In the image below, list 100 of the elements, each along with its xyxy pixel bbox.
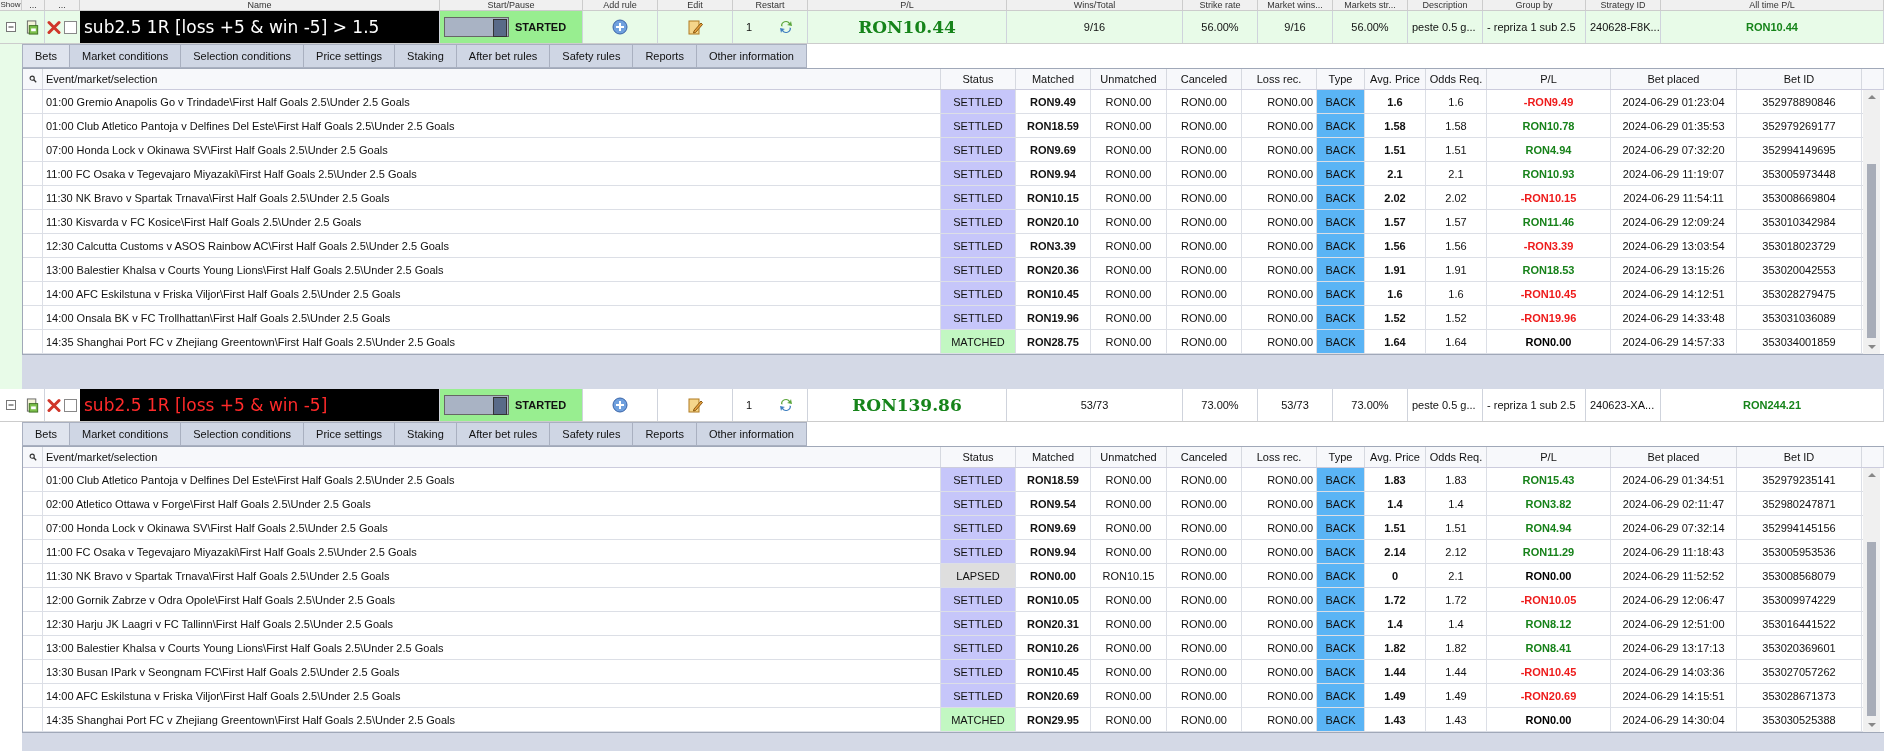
type-cell: BACK xyxy=(1317,468,1365,491)
document-icon[interactable] xyxy=(26,19,40,35)
table-cell: 2024-06-29 11:54:11 xyxy=(1611,186,1737,209)
column-header[interactable]: Show xyxy=(0,0,22,10)
column-header[interactable]: Loss rec. xyxy=(1242,447,1317,467)
tab[interactable]: After bet rules xyxy=(456,422,551,446)
column-header[interactable]: Odds Req. xyxy=(1426,69,1487,89)
tab[interactable]: Selection conditions xyxy=(181,422,305,446)
table-cell: 1.43 xyxy=(1365,708,1426,731)
column-header[interactable]: Unmatched xyxy=(1091,69,1167,89)
column-header[interactable]: Avg. Price xyxy=(1365,447,1426,467)
table-cell: 1.58 xyxy=(1365,114,1426,137)
tab[interactable]: Safety rules xyxy=(550,422,634,446)
search-icon[interactable] xyxy=(28,75,37,83)
column-header[interactable]: Event/market/selection xyxy=(43,447,941,467)
column-header[interactable]: Wins/Total xyxy=(1007,0,1183,10)
scroll-down-icon[interactable] xyxy=(1867,344,1876,350)
column-header[interactable]: Market wins... xyxy=(1258,0,1333,10)
table-cell: 352994145156 xyxy=(1737,516,1862,539)
column-header[interactable]: Status xyxy=(941,447,1016,467)
column-header[interactable]: Odds Req. xyxy=(1426,447,1487,467)
table-cell: 1.58 xyxy=(1426,114,1487,137)
column-header[interactable]: Name xyxy=(80,0,440,10)
scroll-up-icon[interactable] xyxy=(1867,472,1876,478)
table-cell: RON0.00 xyxy=(1167,708,1242,731)
type-cell: BACK xyxy=(1317,282,1365,305)
column-header[interactable]: P/L xyxy=(808,0,1007,10)
tab[interactable]: After bet rules xyxy=(456,44,551,68)
tab[interactable]: Other information xyxy=(696,422,807,446)
strategy-pl: RON139.86 xyxy=(808,389,1007,421)
tab[interactable]: Reports xyxy=(633,44,697,68)
scrollbar[interactable] xyxy=(1863,468,1880,732)
column-header[interactable]: Matched xyxy=(1016,69,1091,89)
column-header[interactable]: Event/market/selection xyxy=(43,69,941,89)
tab[interactable]: Other information xyxy=(696,44,807,68)
collapse-icon[interactable] xyxy=(6,22,16,32)
search-icon[interactable] xyxy=(28,453,37,461)
checkbox[interactable] xyxy=(64,398,77,412)
column-header[interactable]: Description xyxy=(1408,0,1483,10)
column-header[interactable]: Strategy ID xyxy=(1586,0,1661,10)
tab[interactable]: Price settings xyxy=(304,422,396,446)
column-header[interactable]: Avg. Price xyxy=(1365,69,1426,89)
column-header[interactable]: P/L xyxy=(1487,69,1611,89)
scroll-up-icon[interactable] xyxy=(1867,94,1876,100)
tab[interactable]: Bets xyxy=(22,422,70,446)
column-header[interactable]: All time P/L xyxy=(1661,0,1884,10)
start-pause-toggle[interactable] xyxy=(444,395,509,415)
strategy-row[interactable]: sub2.5 1R [loss +5 & win -5] > 1.5 STARTED 1 RON10.44 9/16 56.00% 9/16 56.00% peste 0.5 g... - repriza 1 sub 2.5 240628-F8K... RON10.44 xyxy=(0,11,1884,44)
column-header[interactable]: Unmatched xyxy=(1091,447,1167,467)
column-header[interactable]: Restart xyxy=(733,0,808,10)
status-cell: MATCHED xyxy=(941,708,1016,731)
tab[interactable]: Selection conditions xyxy=(181,44,305,68)
column-header[interactable]: ... xyxy=(22,0,45,10)
edit-icon[interactable] xyxy=(687,397,703,413)
tab[interactable]: Price settings xyxy=(304,44,396,68)
column-header[interactable]: Group by xyxy=(1483,0,1586,10)
column-header[interactable]: Canceled xyxy=(1167,447,1242,467)
strategy-state: STARTED xyxy=(515,399,567,411)
delete-icon[interactable] xyxy=(47,397,61,413)
column-header[interactable]: Type xyxy=(1317,69,1365,89)
table-cell: 1.6 xyxy=(1426,282,1487,305)
column-header[interactable]: Bet placed xyxy=(1611,447,1737,467)
strategy-row[interactable]: sub2.5 1R [loss +5 & win -5] STARTED 1 RON139.86 53/73 73.00% 53/73 73.00% peste 0.5 g... - repriza 1 sub 2.5 240623-XA... RON244.21 xyxy=(0,389,1884,422)
table-cell: RON29.95 xyxy=(1016,708,1091,731)
checkbox[interactable] xyxy=(64,20,77,34)
scrollbar[interactable] xyxy=(1863,90,1880,354)
add-icon[interactable] xyxy=(612,397,628,413)
refresh-icon[interactable] xyxy=(778,19,795,35)
column-header[interactable]: Markets str... xyxy=(1333,0,1408,10)
tab[interactable]: Staking xyxy=(395,422,457,446)
tab[interactable]: Market conditions xyxy=(70,44,182,68)
column-header[interactable]: Type xyxy=(1317,447,1365,467)
column-header[interactable]: Canceled xyxy=(1167,69,1242,89)
column-header[interactable]: Bet placed xyxy=(1611,69,1737,89)
add-icon[interactable] xyxy=(612,19,628,35)
edit-icon[interactable] xyxy=(687,19,703,35)
tab[interactable]: Safety rules xyxy=(550,44,634,68)
column-header[interactable]: Matched xyxy=(1016,447,1091,467)
document-icon[interactable] xyxy=(26,397,40,413)
scroll-down-icon[interactable] xyxy=(1867,722,1876,728)
tab[interactable]: Bets xyxy=(22,44,70,68)
column-header[interactable]: Bet ID xyxy=(1737,69,1862,89)
column-header[interactable]: Bet ID xyxy=(1737,447,1862,467)
column-header[interactable]: Strike rate xyxy=(1183,0,1258,10)
pl-cell: RON3.82 xyxy=(1487,492,1611,515)
column-header[interactable]: Start/Pause xyxy=(440,0,583,10)
tab[interactable]: Market conditions xyxy=(70,422,182,446)
collapse-icon[interactable] xyxy=(6,400,16,410)
column-header[interactable]: ... xyxy=(45,0,80,10)
column-header[interactable]: P/L xyxy=(1487,447,1611,467)
column-header[interactable]: Loss rec. xyxy=(1242,69,1317,89)
column-header[interactable]: Add rule xyxy=(583,0,658,10)
refresh-icon[interactable] xyxy=(778,397,795,413)
column-header[interactable]: Status xyxy=(941,69,1016,89)
tab[interactable]: Reports xyxy=(633,422,697,446)
tab[interactable]: Staking xyxy=(395,44,457,68)
delete-icon[interactable] xyxy=(47,19,61,35)
start-pause-toggle[interactable] xyxy=(444,17,509,37)
column-header[interactable]: Edit xyxy=(658,0,733,10)
table-cell: RON0.00 xyxy=(1091,90,1167,113)
